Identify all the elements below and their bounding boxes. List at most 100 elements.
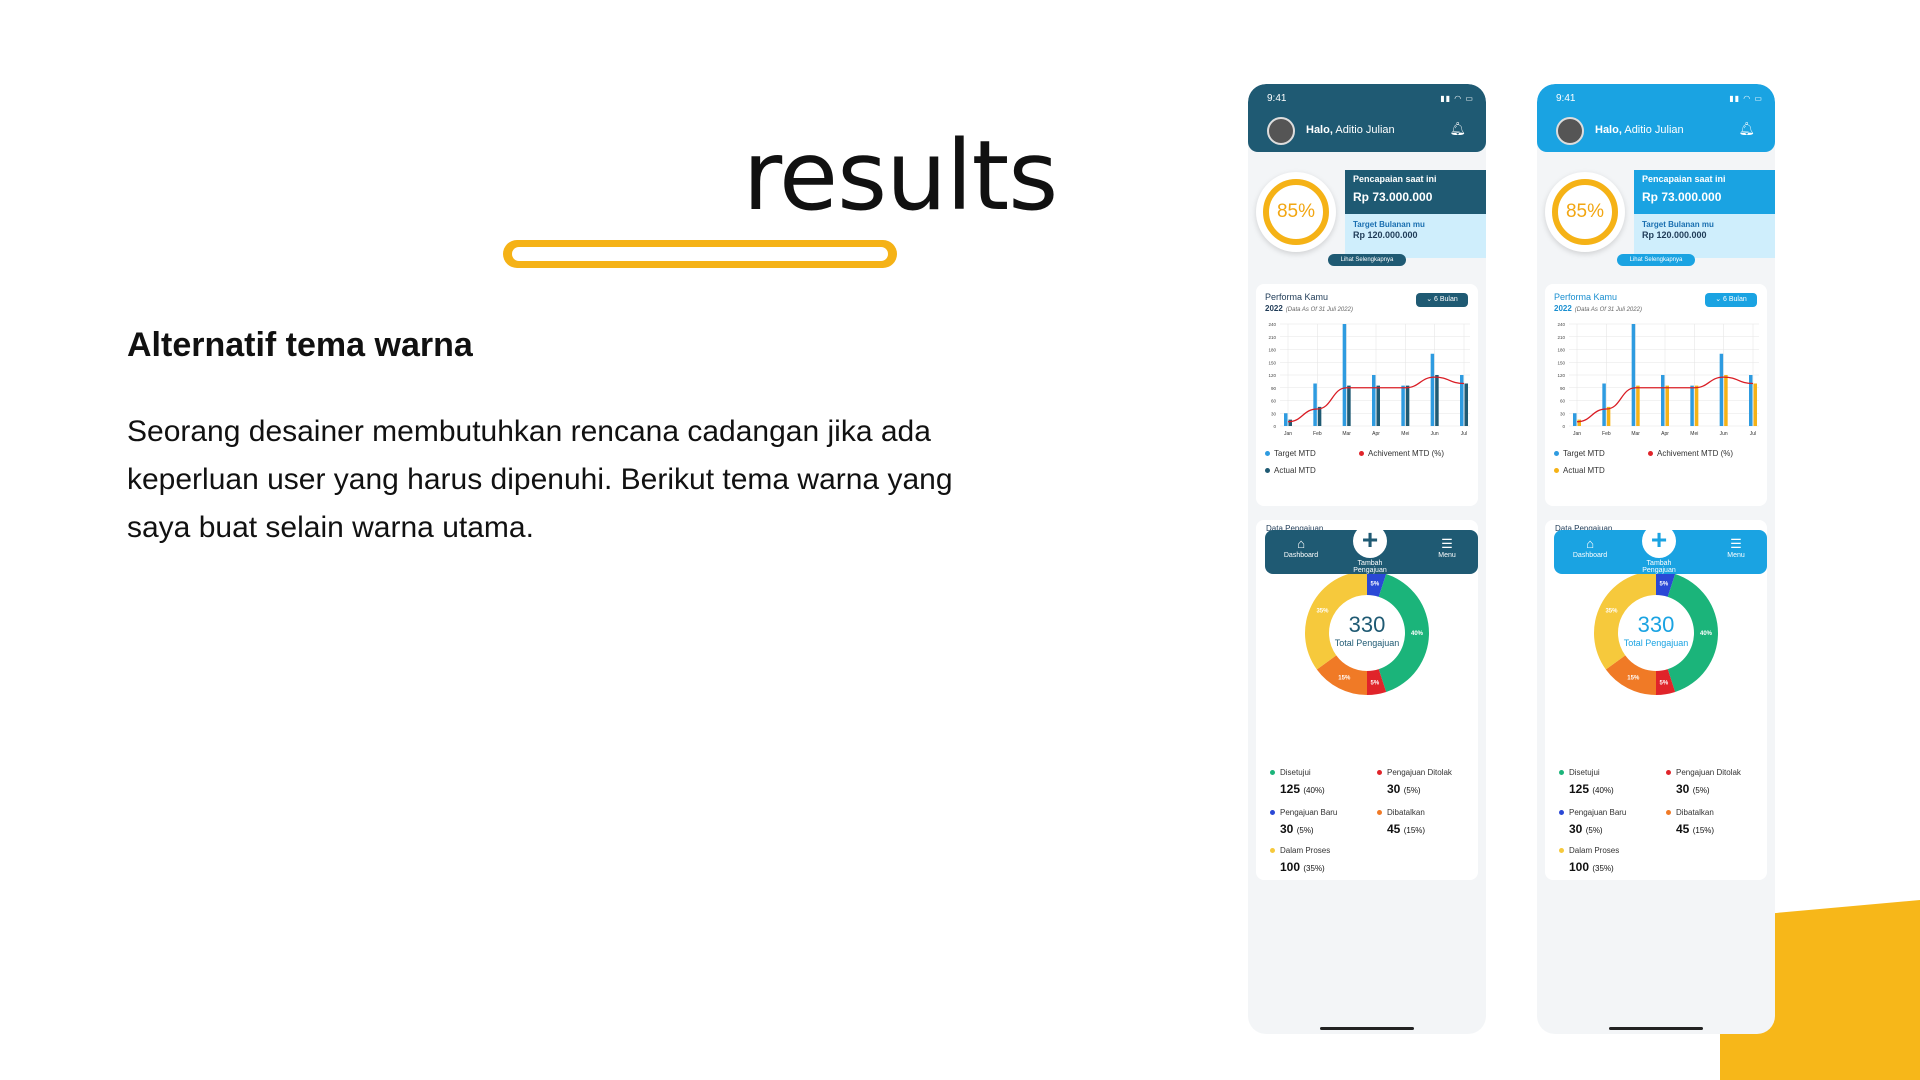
bar-target [1573, 413, 1577, 426]
bar-actual [1347, 385, 1351, 426]
y-tick-label: 120 [1557, 373, 1565, 378]
avatar[interactable] [1556, 117, 1584, 145]
legend-achievement: Achivement MTD (%) [1359, 449, 1444, 458]
donut-total: 330 [1348, 612, 1386, 637]
app-header: 9:41 ▮▮ ◠ ▭ Halo, Aditio Julian 🔔︎ [1248, 84, 1486, 152]
chevron-down-icon: ⌄ [1715, 296, 1724, 303]
phone-mockup-primary-theme: 9:41 ▮▮ ◠ ▭ Halo, Aditio Julian 🔔︎ 85% P… [1248, 84, 1486, 1034]
y-tick-label: 0 [1273, 424, 1276, 429]
nav-dashboard[interactable]: ⌂ Dashboard [1271, 530, 1331, 559]
nav-menu[interactable]: ☰ Menu [1706, 530, 1766, 559]
performance-card: Performa Kamu 2022 (Data As Of 31 Juli 20… [1545, 284, 1767, 506]
target-label: Target Bulanan mu [1353, 220, 1425, 229]
bar-actual [1577, 419, 1581, 426]
add-submission-button[interactable]: + [1353, 524, 1387, 558]
see-more-button[interactable]: Lihat Selengkapnya [1328, 254, 1406, 266]
achievement-value: Rp 73.000.000 [1353, 190, 1433, 204]
donut-slice-label: 5% [1370, 582, 1379, 588]
performance-chart: 0 30 60 90 120 150 180 210 240 Jan Feb Mar Apr Mei Jun… [1557, 322, 1759, 437]
stat-cancelled: Dibatalkan 45 (15%) [1377, 808, 1425, 836]
x-tick-label: Jul [1750, 431, 1756, 437]
performance-chart: 0 30 60 90 120 150 180 210 240 Jan Feb Mar Apr Mei Jun… [1268, 322, 1470, 437]
hamburger-menu-icon: ☰ [1730, 536, 1742, 551]
achievement-card: Pencapaian saat ini Rp 73.000.000 Target… [1634, 170, 1775, 258]
home-indicator [1609, 1027, 1703, 1030]
subheading: Alternatif tema warna [127, 326, 473, 364]
progress-percent: 85% [1263, 179, 1329, 245]
bar-target [1661, 375, 1665, 426]
bar-target [1284, 413, 1288, 426]
add-submission-button[interactable]: + [1642, 524, 1676, 558]
y-tick-label: 90 [1560, 386, 1566, 391]
body-text: Seorang desainer membutuhkan rencana cad… [127, 415, 953, 544]
bar-target [1313, 383, 1317, 426]
legend-target: Target MTD [1554, 449, 1605, 458]
avatar[interactable] [1267, 117, 1295, 145]
plus-icon: + [1650, 524, 1668, 555]
stat-new: Pengajuan Baru 30 (5%) [1559, 808, 1626, 836]
bar-actual [1636, 385, 1640, 426]
donut-total-label: Total Pengajuan [1334, 638, 1400, 648]
submission-card: Data Pengajuan 5% 40% 5% 15% 35% 330 Total P… [1256, 520, 1478, 880]
donut-total: 330 [1637, 612, 1675, 637]
progress-ring: 85% [1256, 172, 1336, 252]
x-tick-label: Feb [1313, 431, 1322, 437]
status-icons: ▮▮ ◠ ▭ [1440, 94, 1474, 103]
donut-slice-label: 5% [1659, 680, 1668, 686]
x-tick-label: Feb [1602, 431, 1611, 437]
y-tick-label: 240 [1557, 322, 1565, 327]
see-more-button[interactable]: Lihat Selengkapnya [1617, 254, 1695, 266]
x-tick-label: Jan [1284, 431, 1292, 437]
y-tick-label: 30 [1560, 411, 1566, 416]
x-tick-label: Apr [1661, 431, 1669, 437]
bar-actual [1317, 406, 1322, 426]
achievement-label: Pencapaian saat ini [1642, 174, 1726, 184]
bar-target [1719, 353, 1724, 426]
performance-title: Performa Kamu [1554, 292, 1618, 302]
x-tick-label: Jun [1431, 431, 1439, 437]
progress-percent: 85% [1552, 179, 1618, 245]
bar-target [1401, 385, 1405, 426]
status-time: 9:41 [1267, 93, 1287, 104]
y-tick-label: 150 [1557, 360, 1565, 365]
nav-add-label[interactable]: Tambah Pengajuan [1340, 560, 1400, 574]
stat-in-process: Dalam Proses 100 (35%) [1270, 846, 1330, 874]
bar-actual [1753, 383, 1757, 426]
x-tick-label: Mar [1342, 431, 1351, 437]
home-icon: ⌂ [1586, 536, 1594, 551]
home-icon: ⌂ [1297, 536, 1305, 551]
status-icons: ▮▮ ◠ ▭ [1729, 94, 1763, 103]
bar-target [1631, 324, 1636, 426]
period-dropdown[interactable]: ⌄ 6 Bulan [1416, 293, 1468, 307]
y-tick-label: 60 [1560, 399, 1566, 404]
nav-add-label[interactable]: Tambah Pengajuan [1629, 560, 1689, 574]
y-tick-label: 150 [1268, 360, 1276, 365]
target-value: Rp 120.000.000 [1353, 230, 1418, 240]
achievement-card: Pencapaian saat ini Rp 73.000.000 Target… [1345, 170, 1486, 258]
performance-card: Performa Kamu 2022 (Data As Of 31 Juli 20… [1256, 284, 1478, 506]
legend-achievement: Achivement MTD (%) [1648, 449, 1733, 458]
donut-total-label: Total Pengajuan [1623, 638, 1689, 648]
y-tick-label: 60 [1271, 399, 1277, 404]
submission-card: Data Pengajuan 5% 40% 5% 15% 35% 330 Total P… [1545, 520, 1767, 880]
nav-menu[interactable]: ☰ Menu [1417, 530, 1477, 559]
y-tick-label: 180 [1557, 348, 1565, 353]
y-tick-label: 240 [1268, 322, 1276, 327]
period-dropdown[interactable]: ⌄ 6 Bulan [1705, 293, 1757, 307]
y-tick-label: 180 [1268, 348, 1276, 353]
performance-title: Performa Kamu [1265, 292, 1329, 302]
app-header: 9:41 ▮▮ ◠ ▭ Halo, Aditio Julian 🔔︎ [1537, 84, 1775, 152]
bar-actual [1606, 406, 1611, 426]
achievement-value: Rp 73.000.000 [1642, 190, 1722, 204]
y-tick-label: 0 [1562, 424, 1565, 429]
y-tick-label: 90 [1271, 386, 1277, 391]
bell-icon[interactable]: 🔔︎ [1738, 121, 1755, 137]
performance-year: 2022 (Data As Of 31 Juli 2022) [1554, 304, 1642, 313]
x-tick-label: Jun [1720, 431, 1728, 437]
bell-icon[interactable]: 🔔︎ [1449, 121, 1466, 137]
legend-actual: Actual MTD [1554, 466, 1605, 475]
bar-actual [1724, 375, 1728, 426]
bottom-nav: ⌂ Dashboard + Tambah Pengajuan ☰ Menu [1265, 524, 1478, 574]
nav-dashboard[interactable]: ⌂ Dashboard [1560, 530, 1620, 559]
legend-actual: Actual MTD [1265, 466, 1316, 475]
